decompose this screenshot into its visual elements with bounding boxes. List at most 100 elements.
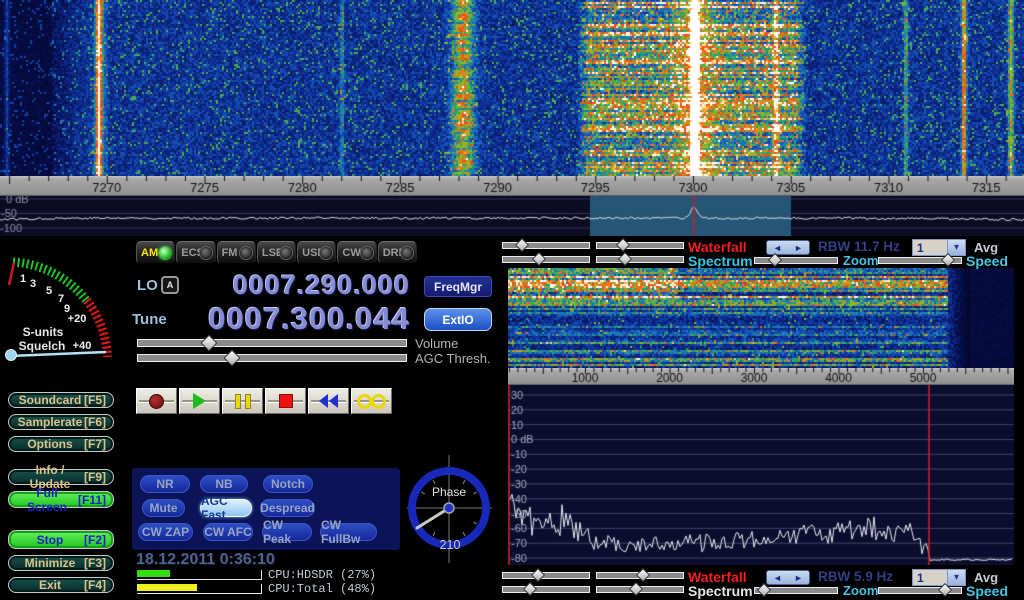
loop-button[interactable] <box>351 388 392 414</box>
button-full-screen[interactable]: Full Screen[F11] <box>8 491 114 508</box>
dsp-despread[interactable]: Despread <box>260 499 315 517</box>
dsp-nb[interactable]: NB <box>200 475 248 493</box>
button-options[interactable]: Options[F7] <box>8 436 114 452</box>
phase-tick <box>463 532 465 535</box>
chevron-down-icon[interactable]: ▾ <box>947 240 965 255</box>
top-speed-slider[interactable] <box>878 256 962 265</box>
spinner-right-icon[interactable]: ► <box>794 573 803 583</box>
phase-dial[interactable]: Phase 210 <box>405 453 495 565</box>
main-waterfall-display[interactable] <box>0 0 1024 176</box>
button-info-update[interactable]: Info / Update[F9] <box>8 469 114 485</box>
bottom-spec-offset-slider-thumb[interactable] <box>629 582 643 596</box>
spinner-left-icon[interactable]: ◄ <box>773 243 782 253</box>
top-brightness-slider[interactable] <box>596 241 684 250</box>
zoom-waterfall-display[interactable] <box>508 268 1014 368</box>
bottom-brightness-slider[interactable] <box>596 571 684 580</box>
playback-toolbar <box>136 388 392 414</box>
top-zoom-slider-thumb[interactable] <box>768 253 782 267</box>
button-exit[interactable]: Exit[F4] <box>8 577 114 593</box>
rewind-button[interactable] <box>308 388 349 414</box>
mode-fm[interactable]: FM <box>217 241 256 264</box>
top-rbw-spinner[interactable]: ◄► <box>766 240 810 255</box>
function-button-column: Soundcard[F5] Samplerate[F6] Options[F7] In… <box>0 392 122 597</box>
top-zoom-slider[interactable] <box>754 256 838 265</box>
bottom-speed-slider[interactable] <box>878 586 962 595</box>
bottom-zoom-label: Zoom <box>843 583 878 598</box>
freqmgr-button[interactable]: FreqMgr <box>424 276 492 297</box>
display-controls-top: Waterfall◄►RBW 11.7 Hz1▾AvgSpectrumZoomS… <box>502 239 1018 267</box>
volume-slider[interactable] <box>137 338 407 348</box>
volume-slider-thumb[interactable] <box>200 335 217 352</box>
button-soundcard[interactable]: Soundcard[F5] <box>8 392 114 408</box>
zoom-frequency-scale[interactable] <box>508 368 1014 385</box>
bottom-zoom-slider[interactable] <box>754 586 838 595</box>
top-spec-range-slider-thumb[interactable] <box>532 252 546 266</box>
led-off-icon <box>240 247 252 259</box>
main-spectrum-display[interactable] <box>0 196 1024 236</box>
pause-button[interactable] <box>222 388 263 414</box>
bottom-spec-range-slider-thumb[interactable] <box>523 582 537 596</box>
tune-frequency-display[interactable]: 0007.300.044 <box>175 301 410 337</box>
agc-thresh-slider[interactable] <box>137 353 407 363</box>
top-contrast-slider[interactable] <box>502 241 590 250</box>
mode-drm[interactable]: DRM <box>378 241 417 264</box>
dsp-cw-fullbw[interactable]: CW FullBw <box>320 523 377 541</box>
lo-label: LO <box>137 277 158 294</box>
phase-value: 210 <box>440 538 461 552</box>
cpu-total-label: CPU:Total (48%) <box>268 582 376 596</box>
mode-am[interactable]: AM <box>136 241 175 264</box>
bottom-zoom-slider-thumb[interactable] <box>757 583 771 597</box>
lo-auto-badge[interactable]: A <box>161 276 179 294</box>
top-speed-slider-thumb[interactable] <box>941 253 955 267</box>
bottom-speed-slider-thumb[interactable] <box>938 583 952 597</box>
bottom-spec-offset-slider[interactable] <box>596 585 684 594</box>
phase-label: Phase <box>432 485 466 499</box>
play-button[interactable] <box>179 388 220 414</box>
dsp-cw-peak[interactable]: CW Peak <box>262 523 312 541</box>
button-minimize[interactable]: Minimize[F3] <box>8 555 114 571</box>
lo-frequency-display[interactable]: 0007.290.000 <box>180 270 410 301</box>
spinner-right-icon[interactable]: ► <box>794 243 803 253</box>
dsp-cw-zap[interactable]: CW ZAP <box>138 523 193 541</box>
phase-tick <box>463 480 465 483</box>
rewind-icon <box>319 394 338 408</box>
spinner-left-icon[interactable]: ◄ <box>773 573 782 583</box>
dsp-mute[interactable]: Mute <box>142 499 185 517</box>
top-spec-offset-slider-thumb[interactable] <box>618 252 632 266</box>
button-samplerate[interactable]: Samplerate[F6] <box>8 414 114 430</box>
top-spec-offset-slider[interactable] <box>596 255 684 264</box>
cpu-hdsdr-bar <box>137 570 262 580</box>
bottom-contrast-slider[interactable] <box>502 571 590 580</box>
mode-usb[interactable]: USB <box>297 241 336 264</box>
loop-icon <box>357 394 386 409</box>
squelch-knob[interactable] <box>6 350 17 361</box>
extio-button[interactable]: ExtIO <box>424 308 492 331</box>
led-on-icon <box>159 247 171 259</box>
mode-lsb[interactable]: LSB <box>257 241 296 264</box>
top-contrast-slider-thumb[interactable] <box>515 238 529 252</box>
chevron-down-icon[interactable]: ▾ <box>947 570 965 585</box>
bottom-avg-combo[interactable]: 1▾ <box>912 569 966 586</box>
led-off-icon <box>280 247 292 259</box>
bottom-spec-range-slider[interactable] <box>502 585 590 594</box>
top-avg-combo[interactable]: 1▾ <box>912 239 966 256</box>
bottom-contrast-slider-thumb[interactable] <box>531 568 545 582</box>
bottom-rbw-spinner[interactable]: ◄► <box>766 570 810 585</box>
volume-label: Volume <box>415 336 458 351</box>
dsp-agc-fast[interactable]: AGC Fast <box>200 499 252 517</box>
record-button[interactable] <box>136 388 177 414</box>
bottom-brightness-slider-thumb[interactable] <box>635 568 649 582</box>
top-spec-range-slider[interactable] <box>502 255 590 264</box>
mode-ecss[interactable]: ECSS <box>176 241 215 264</box>
dsp-nr[interactable]: NR <box>140 475 190 493</box>
top-brightness-slider-thumb[interactable] <box>616 238 630 252</box>
zoom-spectrum-display[interactable] <box>508 385 1014 565</box>
dsp-notch[interactable]: Notch <box>263 475 313 493</box>
button-stop[interactable]: Stop[F2] <box>8 530 114 549</box>
main-frequency-scale[interactable] <box>0 176 1024 196</box>
cpu-total-bar <box>137 584 262 594</box>
stop-button[interactable] <box>265 388 306 414</box>
agc-thresh-slider-thumb[interactable] <box>223 350 240 367</box>
dsp-cw-afc[interactable]: CW AFC <box>203 523 253 541</box>
mode-cw[interactable]: CW <box>337 241 376 264</box>
